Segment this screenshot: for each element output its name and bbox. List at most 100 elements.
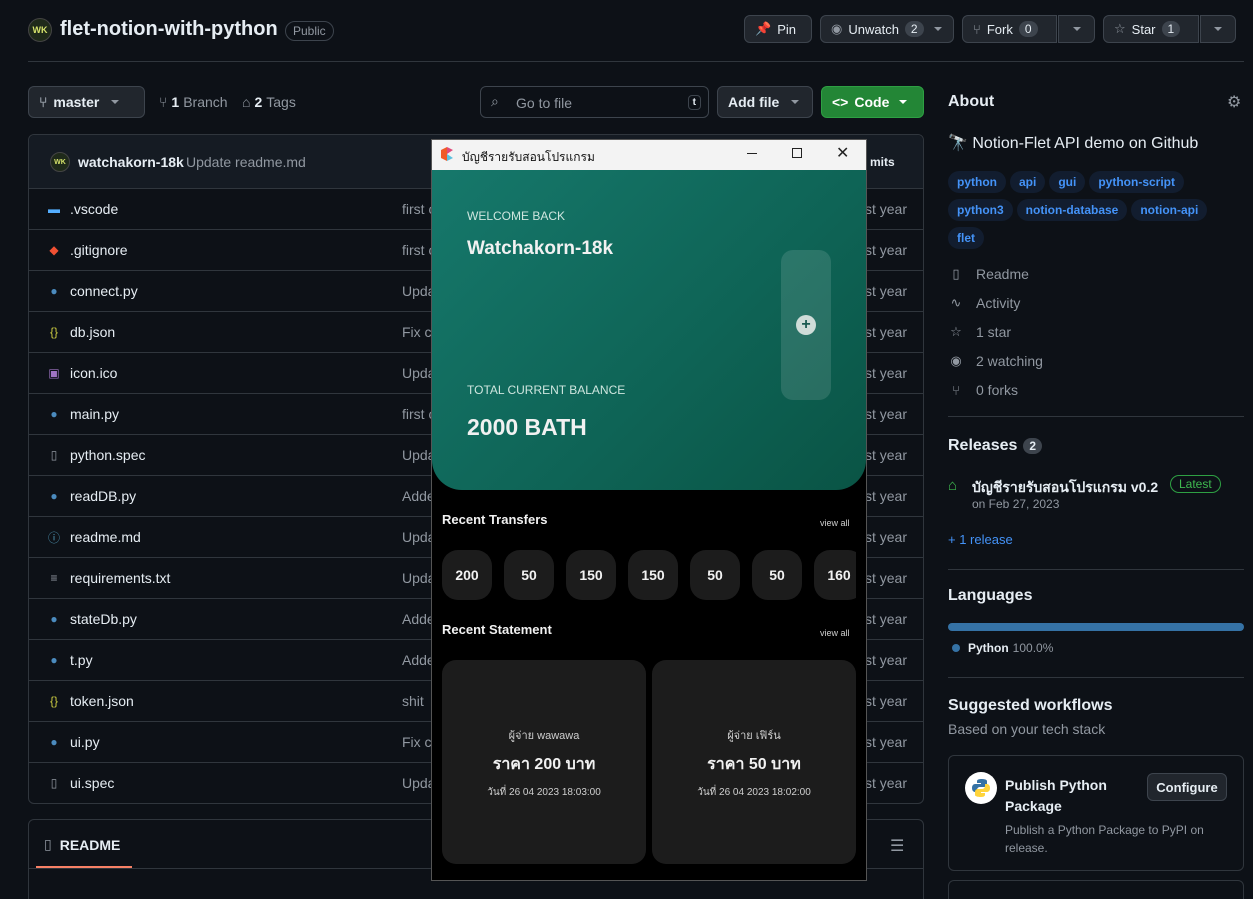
file-name[interactable]: icon.ico (70, 365, 117, 381)
python-icon: ● (50, 407, 58, 421)
file-date: st year (864, 201, 907, 217)
tags-link[interactable]: ⌂ 2 Tags (242, 94, 296, 110)
file-commit-message[interactable]: Adde (402, 488, 435, 504)
star-count: 1 (1161, 21, 1181, 37)
add-icon: + (796, 315, 816, 335)
sidebar-divider (948, 677, 1244, 678)
repo-name[interactable]: flet-notion-with-python (60, 18, 278, 41)
topic-tag[interactable]: python-script (1089, 171, 1185, 193)
branches-link[interactable]: ⑂ 1 Branch (159, 94, 228, 110)
file-name[interactable]: ui.spec (70, 775, 114, 791)
about-link[interactable]: ∿ Activity (948, 295, 1021, 311)
header-divider (28, 61, 1244, 62)
file-commit-message[interactable]: shit (402, 693, 424, 709)
transfer-chip[interactable]: 150 (566, 550, 616, 600)
star-button[interactable]: ☆ Star 1 (1103, 15, 1199, 43)
transfer-chip[interactable]: 150 (628, 550, 678, 600)
more-releases-link[interactable]: + 1 release (948, 532, 1013, 547)
python-icon: ● (50, 653, 58, 667)
file-commit-message[interactable]: Adde (402, 652, 435, 668)
branch-selector[interactable]: ⑂ master (28, 86, 145, 118)
readme-tab[interactable]: ▯ README (44, 836, 120, 853)
file-name[interactable]: db.json (70, 324, 115, 340)
topic-tag[interactable]: flet (948, 227, 984, 249)
minimize-icon[interactable] (747, 153, 757, 154)
topic-tag[interactable]: notion-api (1131, 199, 1208, 221)
fork-button[interactable]: ⑂ Fork 0 (962, 15, 1057, 43)
commit-message[interactable]: Update readme.md (186, 154, 306, 170)
pin-button[interactable]: 📌 Pin (744, 15, 812, 43)
chevron-down-icon (791, 100, 800, 104)
file-date: st year (864, 693, 907, 709)
file-name[interactable]: requirements.txt (70, 570, 170, 586)
topic-tag[interactable]: gui (1049, 171, 1086, 193)
about-link[interactable]: ⑂ 0 forks (948, 382, 1018, 398)
unwatch-button[interactable]: ◉ Unwatch 2 (820, 15, 954, 43)
owner-avatar[interactable]: WK (28, 18, 52, 42)
workflow-card-title[interactable]: Publish Python Package (1005, 775, 1125, 817)
chevron-down-icon (1072, 27, 1081, 31)
statement-card[interactable]: ผู้จ่าย เฟิร์น ราคา 50 บาท วันที่ 26 04 20… (652, 660, 856, 864)
about-link[interactable]: ▯ Readme (948, 266, 1029, 282)
tag-icon: ⌂ (242, 94, 251, 110)
code-button[interactable]: <> Code (821, 86, 924, 118)
about-link[interactable]: ☆ 1 star (948, 324, 1011, 340)
info-icon: ⓘ (47, 530, 60, 545)
maximize-icon[interactable] (792, 148, 802, 158)
fork-dropdown[interactable] (1058, 15, 1095, 43)
outline-icon[interactable]: ☰ (890, 836, 904, 856)
transfer-chip[interactable]: 50 (690, 550, 740, 600)
file-name[interactable]: python.spec (70, 447, 146, 463)
topic-tag[interactable]: notion-database (1016, 199, 1128, 221)
statement-view-all[interactable]: view all (820, 628, 850, 638)
transfers-title: Recent Transfers (442, 512, 548, 527)
releases-title[interactable]: Releases 2 (948, 437, 1043, 455)
balance-label: TOTAL CURRENT BALANCE (467, 383, 626, 397)
file-commit-message[interactable]: Adde (402, 611, 435, 627)
branches-label: Branch (183, 94, 228, 110)
commits-link[interactable]: mits (870, 155, 895, 169)
file-name[interactable]: token.json (70, 693, 134, 709)
file-date: st year (864, 488, 907, 504)
file-name[interactable]: main.py (70, 406, 119, 422)
flet-logo-icon (441, 147, 453, 161)
transfer-chip[interactable]: 50 (752, 550, 802, 600)
statement-card[interactable]: ผู้จ่าย wawawa ราคา 200 บาท วันที่ 26 04 2… (442, 660, 646, 864)
file-date: st year (864, 365, 907, 381)
commit-author[interactable]: watchakorn-18k (78, 154, 184, 170)
transfers-view-all[interactable]: view all (820, 518, 850, 528)
add-panel-button[interactable]: + (781, 250, 831, 400)
text-file-icon: ≡ (50, 571, 58, 585)
file-date: st year (864, 652, 907, 668)
close-icon[interactable]: ✕ (836, 143, 849, 163)
go-to-file-input[interactable]: ⌕ Go to file t (480, 86, 709, 118)
file-name[interactable]: ui.py (70, 734, 100, 750)
transfer-chip[interactable]: 160 (814, 550, 856, 600)
file-date: st year (864, 406, 907, 422)
gear-icon[interactable]: ⚙ (1227, 92, 1241, 112)
releases-title-label: Releases (948, 437, 1018, 454)
file-name[interactable]: connect.py (70, 283, 138, 299)
file-name[interactable]: .vscode (70, 201, 118, 217)
file-name[interactable]: stateDb.py (70, 611, 137, 627)
transfer-chip[interactable]: 200 (442, 550, 492, 600)
file-name[interactable]: t.py (70, 652, 93, 668)
chevron-down-icon (933, 27, 942, 31)
commit-author-avatar[interactable]: WK (50, 152, 70, 172)
file-name[interactable]: .gitignore (70, 242, 128, 258)
add-file-button[interactable]: Add file (717, 86, 813, 118)
file-name[interactable]: readme.md (70, 529, 141, 545)
topic-tag[interactable]: python3 (948, 199, 1013, 221)
transfer-chip[interactable]: 50 (504, 550, 554, 600)
language-item[interactable]: Python 100.0% (952, 641, 1053, 655)
image-file-icon: ▣ (48, 366, 60, 380)
topic-tag[interactable]: python (948, 171, 1006, 193)
file-name[interactable]: readDB.py (70, 488, 136, 504)
latest-release-name[interactable]: บัญชีรายรับสอนโปรแกรม v0.2 (972, 477, 1158, 499)
about-link[interactable]: ◉ 2 watching (948, 353, 1043, 369)
topic-tag[interactable]: api (1010, 171, 1046, 193)
file-date: st year (864, 324, 907, 340)
about-link-label: Activity (976, 295, 1021, 311)
configure-button[interactable]: Configure (1147, 773, 1227, 801)
star-dropdown[interactable] (1200, 15, 1236, 43)
